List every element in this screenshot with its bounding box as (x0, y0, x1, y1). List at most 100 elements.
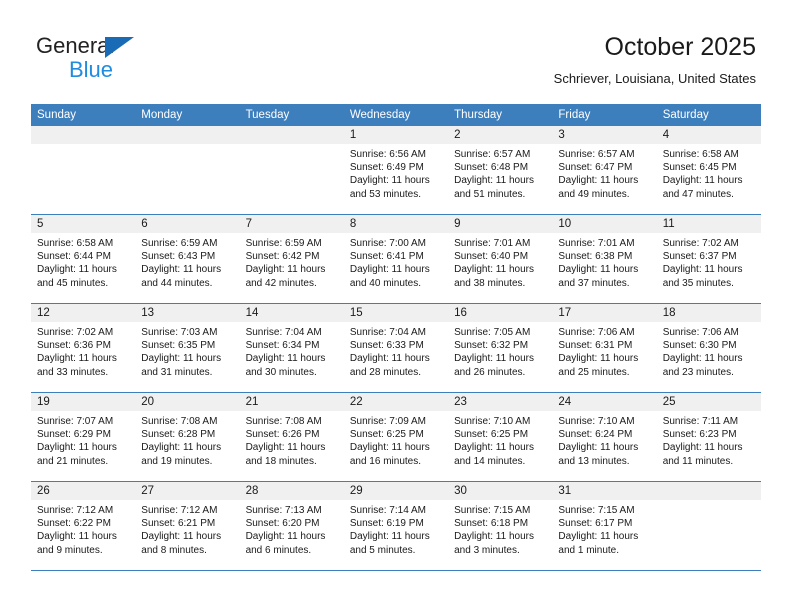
day-cell-inner: 21 Sunrise: 7:08 AM Sunset: 6:26 PM Dayligh… (239, 393, 344, 481)
calendar-day-cell[interactable]: 10 Sunrise: 7:01 AM Sunset: 6:38 PM Dayligh… (552, 214, 657, 304)
daylight-text-line1: Daylight: 11 hours (558, 531, 639, 543)
day-cell-inner: 27 Sunrise: 7:12 AM Sunset: 6:21 PM Dayligh… (135, 482, 240, 570)
calendar-day-cell[interactable]: 16 Sunrise: 7:05 AM Sunset: 6:32 PM Dayligh… (448, 303, 553, 393)
day-number: 30 (448, 482, 553, 500)
weekday-header-friday: Friday (552, 104, 657, 126)
daylight-text-line1: Daylight: 11 hours (141, 353, 222, 365)
daylight-text-line1: Daylight: 11 hours (662, 442, 743, 454)
daylight-text-line1: Daylight: 11 hours (662, 353, 743, 365)
day-details: Sunrise: 7:07 AM Sunset: 6:29 PM Daylight:… (31, 411, 135, 468)
day-number: 2 (448, 126, 553, 144)
calendar-day-cell[interactable]: 29 Sunrise: 7:14 AM Sunset: 6:19 PM Dayligh… (343, 481, 449, 571)
general-blue-logo[interactable]: General Blue (36, 33, 236, 83)
weekday-header-thursday: Thursday (448, 104, 553, 126)
daylight-text-line1: Daylight: 11 hours (558, 442, 639, 454)
calendar-day-cell[interactable]: 25 Sunrise: 7:11 AM Sunset: 6:23 PM Dayligh… (656, 392, 761, 482)
calendar-day-cell[interactable]: 17 Sunrise: 7:06 AM Sunset: 6:31 PM Dayligh… (552, 303, 657, 393)
sunrise-text: Sunrise: 7:01 AM (558, 238, 635, 249)
sunset-text: Sunset: 6:33 PM (349, 340, 424, 352)
day-number (656, 482, 761, 500)
sunset-text: Sunset: 6:23 PM (662, 429, 737, 441)
day-cell-inner: 24 Sunrise: 7:10 AM Sunset: 6:24 PM Dayligh… (552, 393, 657, 481)
day-details: Sunrise: 7:09 AM Sunset: 6:25 PM Daylight:… (344, 411, 448, 468)
daylight-text-line2: and 25 minutes. (558, 366, 630, 378)
calendar-day-cell[interactable]: 2 Sunrise: 6:57 AM Sunset: 6:48 PM Daylight… (448, 126, 553, 215)
daylight-text-line2: and 30 minutes. (245, 366, 317, 378)
calendar-day-cell[interactable]: 28 Sunrise: 7:13 AM Sunset: 6:20 PM Dayligh… (239, 481, 344, 571)
weekday-header-monday: Monday (135, 104, 240, 126)
sunset-text: Sunset: 6:28 PM (141, 429, 216, 441)
calendar-day-cell[interactable]: 4 Sunrise: 6:58 AM Sunset: 6:45 PM Daylight… (656, 126, 761, 215)
day-cell-inner: 26 Sunrise: 7:12 AM Sunset: 6:22 PM Dayligh… (31, 482, 136, 570)
calendar-day-cell[interactable]: 30 Sunrise: 7:15 AM Sunset: 6:18 PM Dayligh… (448, 481, 553, 571)
sunset-text: Sunset: 6:37 PM (662, 251, 737, 263)
day-cell-inner: 25 Sunrise: 7:11 AM Sunset: 6:23 PM Dayligh… (656, 393, 761, 481)
day-cell-inner: 29 Sunrise: 7:14 AM Sunset: 6:19 PM Dayligh… (343, 482, 449, 570)
day-number: 16 (448, 304, 553, 322)
calendar-day-cell[interactable]: 14 Sunrise: 7:04 AM Sunset: 6:34 PM Dayligh… (239, 303, 344, 393)
sunset-text: Sunset: 6:17 PM (558, 518, 633, 530)
daylight-text-line2: and 42 minutes. (245, 277, 317, 289)
calendar-day-cell[interactable]: 3 Sunrise: 6:57 AM Sunset: 6:47 PM Daylight… (552, 126, 657, 215)
daylight-text-line2: and 47 minutes. (662, 188, 734, 200)
sunset-text: Sunset: 6:30 PM (662, 340, 737, 352)
day-details: Sunrise: 6:58 AM Sunset: 6:45 PM Daylight:… (657, 144, 761, 201)
calendar-day-cell[interactable]: 11 Sunrise: 7:02 AM Sunset: 6:37 PM Dayligh… (656, 214, 761, 304)
page-subtitle: Schriever, Louisiana, United States (553, 71, 756, 86)
sunrise-text: Sunrise: 7:12 AM (141, 505, 218, 516)
day-number: 14 (239, 304, 344, 322)
calendar-day-cell[interactable]: 19 Sunrise: 7:07 AM Sunset: 6:29 PM Dayligh… (31, 392, 136, 482)
day-number: 9 (448, 215, 553, 233)
sunrise-text: Sunrise: 7:08 AM (245, 416, 322, 427)
calendar-day-cell[interactable]: 31 Sunrise: 7:15 AM Sunset: 6:17 PM Dayligh… (552, 481, 657, 571)
calendar-day-cell[interactable]: 20 Sunrise: 7:08 AM Sunset: 6:28 PM Dayligh… (135, 392, 240, 482)
daylight-text-line2: and 40 minutes. (349, 277, 422, 289)
daylight-text-line2: and 45 minutes. (37, 277, 109, 289)
day-cell-inner: 9 Sunrise: 7:01 AM Sunset: 6:40 PM Daylight… (448, 215, 553, 303)
day-details: Sunrise: 7:06 AM Sunset: 6:30 PM Daylight:… (657, 322, 761, 379)
calendar-day-cell[interactable]: 7 Sunrise: 6:59 AM Sunset: 6:42 PM Daylight… (239, 214, 344, 304)
calendar-day-cell[interactable]: 12 Sunrise: 7:02 AM Sunset: 6:36 PM Dayligh… (31, 303, 136, 393)
calendar-day-cell[interactable]: 21 Sunrise: 7:08 AM Sunset: 6:26 PM Dayligh… (239, 392, 344, 482)
calendar-day-cell[interactable]: 27 Sunrise: 7:12 AM Sunset: 6:21 PM Dayligh… (135, 481, 240, 571)
sunrise-text: Sunrise: 7:13 AM (245, 505, 322, 516)
day-number: 3 (552, 126, 657, 144)
day-details: Sunrise: 7:04 AM Sunset: 6:33 PM Daylight:… (344, 322, 448, 379)
day-details: Sunrise: 6:57 AM Sunset: 6:47 PM Daylight:… (552, 144, 656, 201)
calendar-day-cell-empty (656, 481, 761, 571)
calendar-day-cell[interactable]: 23 Sunrise: 7:10 AM Sunset: 6:25 PM Dayligh… (448, 392, 553, 482)
calendar-day-cell[interactable]: 22 Sunrise: 7:09 AM Sunset: 6:25 PM Dayligh… (343, 392, 449, 482)
day-cell-inner: 23 Sunrise: 7:10 AM Sunset: 6:25 PM Dayligh… (448, 393, 553, 481)
calendar-day-cell[interactable]: 5 Sunrise: 6:58 AM Sunset: 6:44 PM Daylight… (31, 214, 136, 304)
calendar-week-row: 12 Sunrise: 7:02 AM Sunset: 6:36 PM Dayligh… (31, 303, 761, 393)
sunrise-text: Sunrise: 7:05 AM (454, 327, 531, 338)
calendar-day-cell[interactable]: 26 Sunrise: 7:12 AM Sunset: 6:22 PM Dayligh… (31, 481, 136, 571)
daylight-text-line2: and 38 minutes. (454, 277, 526, 289)
day-cell-inner: 1 Sunrise: 6:56 AM Sunset: 6:49 PM Daylight… (343, 126, 449, 214)
calendar-day-cell[interactable]: 1 Sunrise: 6:56 AM Sunset: 6:49 PM Daylight… (343, 126, 449, 215)
day-number: 11 (656, 215, 761, 233)
calendar-day-cell[interactable]: 9 Sunrise: 7:01 AM Sunset: 6:40 PM Daylight… (448, 214, 553, 304)
daylight-text-line1: Daylight: 11 hours (245, 442, 326, 454)
sunset-text: Sunset: 6:32 PM (454, 340, 529, 352)
calendar-page: General Blue October 2025 Schriever, Lou… (0, 0, 792, 612)
daylight-text-line2: and 23 minutes. (662, 366, 734, 378)
day-number: 31 (552, 482, 657, 500)
daylight-text-line1: Daylight: 11 hours (141, 264, 222, 276)
page-header: General Blue October 2025 Schriever, Lou… (0, 0, 792, 104)
calendar-day-cell[interactable]: 6 Sunrise: 6:59 AM Sunset: 6:43 PM Daylight… (135, 214, 240, 304)
sunrise-text: Sunrise: 6:56 AM (349, 149, 426, 160)
calendar-day-cell[interactable]: 24 Sunrise: 7:10 AM Sunset: 6:24 PM Dayligh… (552, 392, 657, 482)
weekday-header-saturday: Saturday (656, 104, 761, 126)
day-cell-inner: 28 Sunrise: 7:13 AM Sunset: 6:20 PM Dayligh… (239, 482, 344, 570)
calendar-day-cell[interactable]: 8 Sunrise: 7:00 AM Sunset: 6:41 PM Daylight… (343, 214, 449, 304)
day-number: 18 (656, 304, 761, 322)
sunset-text: Sunset: 6:40 PM (454, 251, 529, 263)
sunset-text: Sunset: 6:35 PM (141, 340, 216, 352)
day-details: Sunrise: 7:12 AM Sunset: 6:21 PM Daylight:… (135, 500, 239, 557)
calendar-day-cell[interactable]: 18 Sunrise: 7:06 AM Sunset: 6:30 PM Dayligh… (656, 303, 761, 393)
day-details: Sunrise: 6:56 AM Sunset: 6:49 PM Daylight:… (344, 144, 448, 201)
daylight-text-line1: Daylight: 11 hours (558, 353, 639, 365)
calendar-day-cell[interactable]: 15 Sunrise: 7:04 AM Sunset: 6:33 PM Dayligh… (343, 303, 449, 393)
calendar-day-cell[interactable]: 13 Sunrise: 7:03 AM Sunset: 6:35 PM Dayligh… (135, 303, 240, 393)
